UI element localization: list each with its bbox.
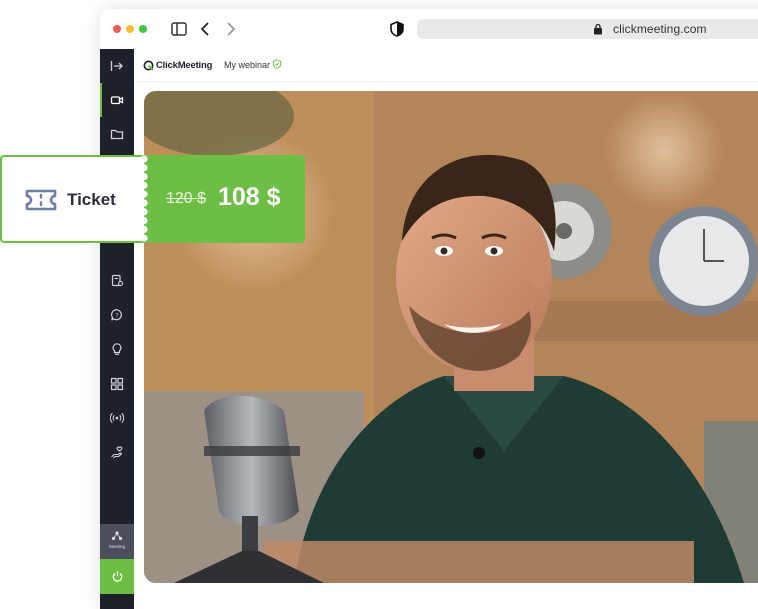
sidebar-item-ideas[interactable] [100,332,134,366]
meeting-label: Meeting [108,544,125,549]
end-session-button[interactable] [100,559,134,594]
app-sidebar: ? Meeting [100,49,134,609]
question-bubble-icon: ? [111,309,122,321]
broadcast-icon [110,412,124,424]
svg-text:?: ? [115,312,118,320]
verified-check-icon [272,59,282,69]
power-icon [112,571,122,582]
sidebar-item-tasks[interactable] [100,263,134,297]
lightbulb-icon [112,343,122,355]
sidebar-item-video[interactable] [100,83,134,117]
sidebar-toggle-icon[interactable] [170,20,188,38]
people-network-icon [111,531,123,541]
clickmeeting-logo[interactable]: ClickMeeting [143,59,212,71]
back-arrow-icon[interactable] [197,20,215,38]
ticket-price-panel: 120 $ 108 $ [144,155,305,243]
sidebar-item-files[interactable] [100,117,134,151]
hand-heart-icon [111,446,123,459]
folder-icon [110,129,124,140]
close-window-button[interactable] [113,25,121,33]
logo-mark-icon [143,60,154,71]
sidebar-item-broadcast[interactable] [100,401,134,435]
lock-icon [594,23,602,35]
browser-window: clickmeeting.com ? Meeting ClickMeeting … [100,9,758,609]
old-price: 120 $ [166,190,207,207]
apps-grid-icon [110,377,124,391]
url-text: clickmeeting.com [613,22,707,36]
new-price: 108 $ [218,183,281,211]
sidebar-item-qa[interactable]: ? [100,298,134,332]
sidebar-item-collapse[interactable] [100,49,134,83]
ticket-perforation [140,155,148,243]
ticket-stub: Ticket [0,155,144,243]
sidebar-item-donations[interactable] [100,435,134,469]
sidebar-item-apps[interactable] [100,367,134,401]
ticket-label: Ticket [67,190,116,209]
logo-text: ClickMeeting [156,59,213,71]
webinar-name[interactable]: My webinar [224,60,270,70]
forward-arrow-icon[interactable] [221,20,239,38]
clipboard-gear-icon [111,274,124,287]
app-topbar: ClickMeeting My webinar [134,49,758,82]
shield-icon[interactable] [388,20,406,38]
browser-titlebar: clickmeeting.com [100,9,758,50]
collapse-arrow-icon [110,61,123,71]
meeting-tile[interactable]: Meeting [100,524,134,559]
minimize-window-button[interactable] [126,25,134,33]
ticket-price-card[interactable]: Ticket 120 $ 108 $ [0,155,305,243]
address-bar[interactable]: clickmeeting.com [417,19,758,39]
maximize-window-button[interactable] [139,25,147,33]
ticket-icon [25,189,57,211]
video-camera-icon [110,96,124,105]
